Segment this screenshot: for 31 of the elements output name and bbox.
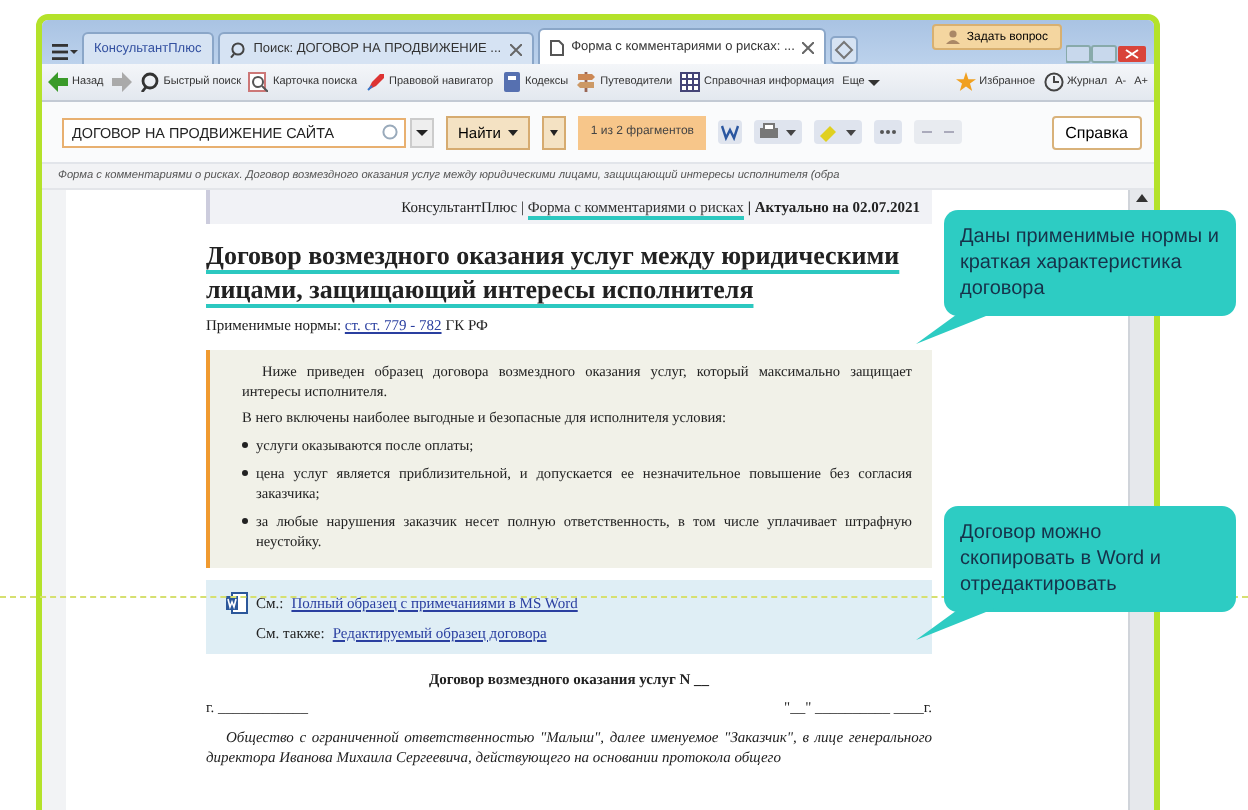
page-icon [549, 39, 564, 55]
caret-button-icon[interactable] [542, 115, 567, 149]
more-icon[interactable] [873, 120, 902, 144]
table-icon[interactable] [680, 72, 701, 92]
search-icon [229, 41, 246, 57]
scroll-up-icon[interactable] [1136, 194, 1148, 202]
clock-icon[interactable] [1043, 72, 1064, 92]
word-export-icon[interactable] [717, 120, 742, 144]
back-arrow-icon[interactable] [48, 72, 68, 92]
new-tab-icon[interactable] [830, 36, 859, 64]
caret-icon [508, 127, 519, 137]
marker-dropdown-icon[interactable] [813, 120, 862, 144]
signpost-icon[interactable] [576, 72, 597, 92]
book-icon[interactable] [501, 72, 522, 92]
callout-text: Договор можно скопировать в Word и отредактировать [960, 522, 1161, 596]
bullet-icon [242, 442, 248, 449]
callout-text: Даны применимые нормы и краткая характеристика договора [960, 226, 1219, 300]
help-button[interactable]: Справка [1051, 115, 1142, 149]
bullet-icon [242, 517, 248, 524]
dropdown-button-icon[interactable] [410, 117, 434, 147]
close-icon[interactable] [802, 41, 815, 53]
search-icon[interactable] [139, 72, 160, 92]
document-title: Договор возмездного оказания услуг между юридическими лицами, защищающий интересы исполнителя [206, 240, 902, 308]
menu-icon[interactable] [50, 40, 78, 64]
bullet-icon [242, 470, 248, 477]
magnifier-card-icon[interactable] [248, 72, 269, 92]
word-document-icon [226, 591, 248, 614]
close-icon[interactable] [509, 43, 522, 55]
star-icon[interactable] [955, 72, 976, 92]
printer-dropdown-icon[interactable] [753, 120, 802, 144]
person-icon [946, 30, 961, 44]
